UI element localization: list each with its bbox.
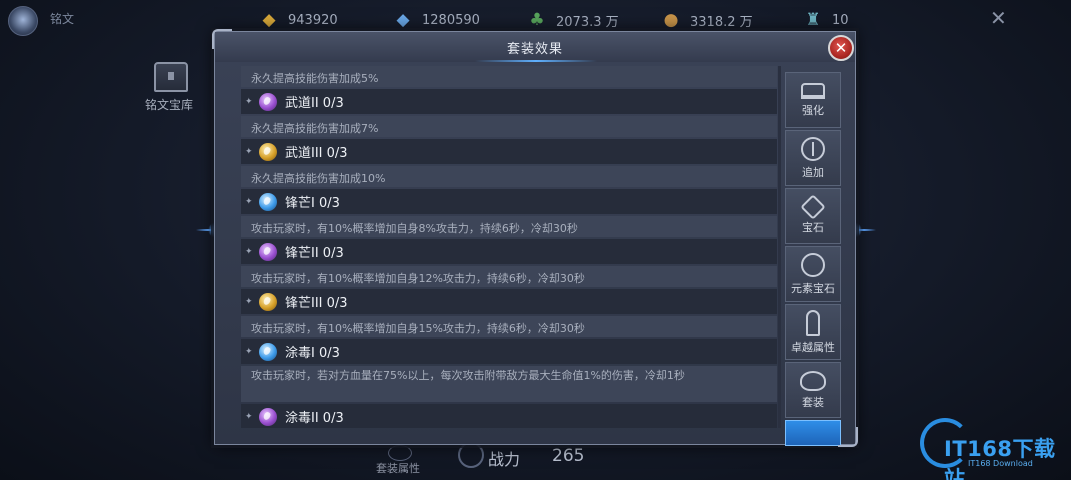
purple-gem-icon [259, 92, 277, 111]
resource-gold-diamond: ◆ 943920 [258, 10, 338, 30]
purple-gem-icon [259, 407, 277, 426]
star-icon: ✦ [245, 146, 253, 157]
resource-value: 943920 [288, 12, 338, 28]
set-item-row[interactable]: ✦ 锋芒III 0/3 [241, 289, 777, 314]
effect-description: 永久提高技能伤害加成10% [241, 166, 777, 187]
set-item-row[interactable]: ✦ 涂毒I 0/3 [241, 339, 777, 364]
close-icon[interactable]: ✕ [990, 6, 1007, 30]
tab-gem[interactable]: 宝石 [785, 188, 841, 244]
star-icon: ✦ [245, 296, 253, 307]
effect-description: 永久提高技能伤害加成5% [241, 66, 777, 87]
set-item-name: 涂毒II 0/3 [285, 411, 344, 426]
set-effects-dialog: 套装效果 ✕ 永久提高技能伤害加成5% ✦ 武道II 0/3 永久提高技能伤害加… [212, 29, 858, 448]
resource-green-ore: ♣ 2073.3 万 [526, 10, 619, 30]
blue-diamond-icon: ◆ [396, 10, 410, 30]
set-item-name: 涂毒I 0/3 [285, 346, 340, 361]
set-item-row[interactable]: ✦ 武道III 0/3 [241, 139, 777, 164]
inscription-vault-label[interactable]: 铭文宝库 [145, 96, 193, 113]
set-item-name: 武道III 0/3 [285, 146, 348, 161]
star-icon: ✦ [245, 411, 253, 422]
anvil-icon [801, 82, 825, 99]
tab-label: 强化 [802, 103, 824, 117]
close-button[interactable]: ✕ [828, 35, 854, 61]
effect-description: 攻击玩家时，有10%概率增加自身15%攻击力，持续6秒，冷却30秒 [241, 316, 777, 337]
sword-icon [806, 309, 820, 336]
star-icon: ✦ [245, 96, 253, 107]
set-item-row[interactable]: ✦ 锋芒I 0/3 [241, 189, 777, 214]
blue-gem-icon [259, 342, 277, 361]
watermark-text: IT168下载站 [944, 437, 1056, 480]
set-attribute-label[interactable]: 套装属性 [376, 460, 420, 476]
star-icon: ✦ [245, 196, 253, 207]
title-underline [475, 60, 597, 62]
gold-gem-icon [259, 292, 277, 311]
list-scrollbar[interactable] [778, 66, 781, 428]
set-item-row[interactable]: ✦ 锋芒II 0/3 [241, 239, 777, 264]
tab-append[interactable]: 追加 [785, 130, 841, 186]
power-label: 战力 [488, 450, 521, 469]
set-item-name: 锋芒II 0/3 [285, 246, 344, 261]
add-icon [801, 136, 825, 161]
effect-description: 攻击玩家时，若对方血量在75%以上，每次攻击附带敌方最大生命值1%的伤害，冷却1… [241, 366, 777, 402]
power-icon [458, 442, 484, 468]
effect-description: 攻击玩家时，有10%概率增加自身12%攻击力，持续6秒，冷却30秒 [241, 266, 777, 287]
tab-element-gem[interactable]: 元素宝石 [785, 246, 841, 302]
dialog-title: 套装效果 [506, 42, 563, 57]
set-attribute-icon[interactable] [388, 445, 412, 461]
green-ore-icon: ♣ [529, 10, 545, 30]
tab-set[interactable]: 套装 [785, 362, 841, 418]
power-value: 265 [552, 446, 585, 466]
blue-gem-icon [259, 192, 277, 211]
star-icon: ✦ [245, 246, 253, 257]
resource-value: 10 [832, 12, 849, 28]
wing-icon [800, 370, 826, 391]
purple-gem-icon [259, 242, 277, 261]
set-item-name: 锋芒III 0/3 [285, 296, 348, 311]
element-gem-icon [801, 252, 825, 277]
inscription-icon[interactable] [8, 6, 38, 36]
page-title: 铭文 [50, 12, 75, 26]
potion-icon: ♜ [805, 10, 821, 30]
set-effects-list[interactable]: 永久提高技能伤害加成5% ✦ 武道II 0/3 永久提高技能伤害加成7% ✦ 武… [241, 66, 777, 428]
resource-value: 3318.2 万 [690, 14, 753, 30]
effect-description: 永久提高技能伤害加成7% [241, 116, 777, 137]
tab-label: 追加 [802, 165, 824, 179]
effect-description: 攻击玩家时，有10%概率增加自身8%攻击力，持续6秒，冷却30秒 [241, 216, 777, 237]
set-item-name: 武道II 0/3 [285, 96, 344, 111]
tab-enhance[interactable]: 强化 [785, 72, 841, 128]
side-tabs: 强化 追加 宝石 元素宝石 卓越属性 套装 [785, 72, 841, 448]
set-item-row[interactable]: ✦ 武道II 0/3 [241, 89, 777, 114]
tab-label: 卓越属性 [791, 340, 835, 354]
star-icon: ✦ [245, 346, 253, 357]
resource-potion: ♜ 10 [802, 10, 849, 30]
tab-excellent-attr[interactable]: 卓越属性 [785, 304, 841, 360]
treasure-chest-icon[interactable] [154, 62, 188, 92]
resource-value: 1280590 [422, 12, 480, 28]
watermark-subtext: IT168 Download [968, 459, 1033, 468]
tab-label: 元素宝石 [791, 281, 835, 295]
gem-icon [800, 193, 826, 220]
gold-diamond-icon: ◆ [262, 10, 276, 30]
gold-coin-icon: ● [663, 10, 679, 30]
set-item-name: 锋芒I 0/3 [285, 196, 340, 211]
gold-gem-icon [259, 142, 277, 161]
tab-active[interactable] [785, 420, 841, 446]
resource-blue-diamond: ◆ 1280590 [392, 10, 480, 30]
resource-value: 2073.3 万 [556, 14, 619, 30]
set-item-row[interactable]: ✦ 涂毒II 0/3 [241, 404, 777, 428]
tab-label: 套装 [802, 395, 824, 409]
tab-label: 宝石 [802, 220, 824, 234]
resource-gold-coin: ● 3318.2 万 [660, 10, 753, 30]
